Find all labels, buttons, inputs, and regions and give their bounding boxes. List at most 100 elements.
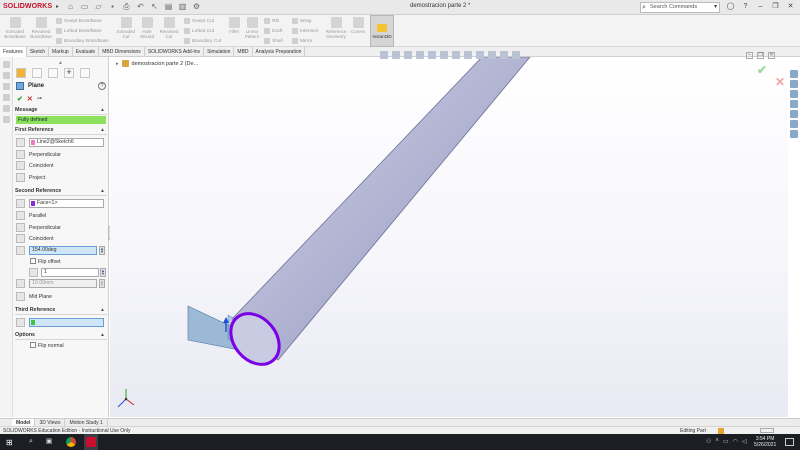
confirmation-corner-ok-icon[interactable]: ✔ (757, 63, 767, 77)
shell-button[interactable]: Shell (264, 38, 283, 44)
angle-input[interactable]: 154.00deg (29, 246, 97, 255)
graphics-area[interactable] (110, 57, 788, 417)
monitor-icon[interactable] (512, 51, 520, 59)
view-orientation-icon[interactable] (440, 51, 448, 59)
design-library-icon[interactable] (790, 80, 798, 88)
mass-properties-icon[interactable] (3, 116, 10, 123)
user-account-icon[interactable]: ◯ (726, 2, 735, 12)
linear-pattern-button[interactable]: Linear Pattern (243, 17, 261, 39)
third-reference-header[interactable]: Third Reference ▲ (15, 307, 107, 315)
dynamic-annotation-icon[interactable] (428, 51, 436, 59)
model-view[interactable] (110, 57, 788, 417)
second-reference-field[interactable]: Face<1> (29, 199, 104, 208)
solidworks-forum-icon[interactable] (790, 130, 798, 138)
apply-scene-icon[interactable] (488, 51, 496, 59)
third-reference-field[interactable] (29, 318, 104, 327)
tab-simulation[interactable]: Simulation (204, 47, 235, 57)
select-icon[interactable]: ↖ (150, 2, 159, 12)
ok-check-icon[interactable]: ✔ (17, 95, 23, 103)
solidworks-resources-icon[interactable] (790, 70, 798, 78)
dimxpert-manager-tab-icon[interactable]: ✛ (64, 68, 74, 78)
expand-arrow-icon[interactable]: ▸ (116, 61, 119, 67)
hole-wizard-button[interactable]: Hole Wizard (137, 17, 157, 39)
flip-normal-row[interactable]: Flip normal (16, 341, 106, 350)
options-gear-icon[interactable]: ⚙ (192, 2, 201, 12)
volume-icon[interactable]: ◁ (742, 438, 747, 445)
file-properties-icon[interactable]: ▥ (178, 2, 187, 12)
relations-icon[interactable] (3, 94, 10, 101)
minimize-icon[interactable]: – (756, 2, 765, 12)
home-icon[interactable]: ⌂ (66, 2, 75, 12)
tab-analysis-preparation[interactable]: Analysis Preparation (253, 47, 306, 57)
feature-tree-flyout[interactable]: ▸ demostracion parte 2 (De... (116, 60, 198, 67)
rib-button[interactable]: Rib (264, 18, 279, 24)
logo-menu-arrow-icon[interactable]: ▸ (56, 3, 59, 10)
tab-mbd[interactable]: MBD (234, 47, 253, 57)
search-commands-box[interactable]: ⌕ Search Commands ▾ (640, 2, 720, 13)
line-tool-icon[interactable] (3, 72, 10, 79)
message-section-header[interactable]: Message ▲ (15, 107, 107, 115)
section-view-icon[interactable] (416, 51, 424, 59)
intersect-button[interactable]: Intersect (292, 28, 318, 34)
tray-arrow-icon[interactable]: ˄ (715, 438, 719, 445)
first-reference-field[interactable]: Line2@Sketch6 (29, 138, 104, 147)
reference-geometry-button[interactable]: Reference Geometry (323, 17, 349, 39)
network-icon[interactable]: ◠ (733, 438, 738, 445)
rebuild-icon[interactable]: ▤ (164, 2, 173, 12)
distance-input[interactable]: 10.00mm (29, 279, 97, 288)
undo-icon[interactable]: ↶ (136, 2, 145, 12)
zoom-to-fit-icon[interactable] (380, 51, 388, 59)
hide-show-items-icon[interactable] (464, 51, 472, 59)
help-icon[interactable]: ? (741, 2, 750, 12)
extruded-boss-button[interactable]: Extruded Boss/Base (3, 17, 27, 39)
extruded-cut-button[interactable]: Extruded Cut (114, 17, 138, 39)
collapse-caret-icon[interactable]: ▲ (100, 127, 105, 133)
first-ref-coincident-option[interactable]: Coincident (16, 161, 106, 170)
flip-offset-checkbox[interactable] (30, 258, 36, 264)
view-settings-icon[interactable] (500, 51, 508, 59)
lofted-cut-button[interactable]: Lofted Cut (184, 28, 214, 34)
collapse-caret-icon[interactable]: ▲ (100, 332, 105, 338)
search-icon[interactable]: ⌕ (26, 437, 36, 447)
units-selector[interactable] (760, 428, 774, 433)
property-manager-tab-icon[interactable] (32, 68, 42, 78)
open-icon[interactable]: ▱ (94, 2, 103, 12)
previous-view-icon[interactable] (404, 51, 412, 59)
print-icon[interactable]: ⎙ (122, 2, 131, 12)
configuration-manager-tab-icon[interactable] (48, 68, 58, 78)
collapse-caret-icon[interactable]: ▲ (100, 107, 105, 113)
flip-normal-checkbox[interactable] (30, 342, 36, 348)
file-explorer-icon[interactable] (790, 90, 798, 98)
pushpin-icon[interactable]: ⊸ (37, 95, 42, 103)
new-document-icon[interactable]: ▭ (80, 2, 89, 12)
instant3d-button[interactable]: Instant3D (370, 15, 394, 47)
options-header[interactable]: Options ▲ (15, 332, 107, 340)
doc-minimize-icon[interactable]: – (746, 52, 753, 59)
tab-sketch[interactable]: Sketch (27, 47, 50, 57)
tab-features[interactable]: Features (0, 47, 27, 57)
tab-motion-study-1[interactable]: Motion Study 1 (65, 419, 108, 426)
smart-dimension-icon[interactable] (3, 83, 10, 90)
search-dropdown-icon[interactable]: ▾ (714, 3, 717, 12)
instances-input[interactable]: 1 (41, 268, 99, 277)
clock[interactable]: 3:54 PM 5/26/2021 (754, 436, 776, 448)
boundary-cut-button[interactable]: Boundary Cut (184, 38, 221, 44)
first-ref-project-option[interactable]: Project (16, 173, 106, 182)
appearances-icon[interactable] (790, 110, 798, 118)
sketch-tool-icon[interactable] (3, 61, 10, 68)
chrome-icon[interactable] (66, 437, 76, 447)
revolved-cut-button[interactable]: Revolved Cut (157, 17, 181, 39)
instances-spinner[interactable]: ▲ ▼ (100, 268, 106, 277)
second-ref-perpendicular-option[interactable]: Perpendicular (16, 223, 106, 232)
cylinder-body[interactable] (231, 57, 531, 361)
tab-evaluate[interactable]: Evaluate (73, 47, 100, 57)
help-icon[interactable]: ? (98, 82, 106, 90)
angle-icon[interactable] (16, 246, 25, 255)
collapse-caret-icon[interactable]: ▲ (100, 307, 105, 313)
zoom-area-icon[interactable] (392, 51, 400, 59)
tab-solidworks-add-ins[interactable]: SOLIDWORKS Add-Ins (145, 47, 205, 57)
boundary-boss-button[interactable]: Boundary Boss/Base (56, 38, 109, 44)
first-ref-perpendicular-option[interactable]: Perpendicular (16, 150, 106, 159)
feature-manager-tab-icon[interactable] (16, 68, 26, 78)
tab-3d-views[interactable]: 3D Views (35, 419, 66, 426)
